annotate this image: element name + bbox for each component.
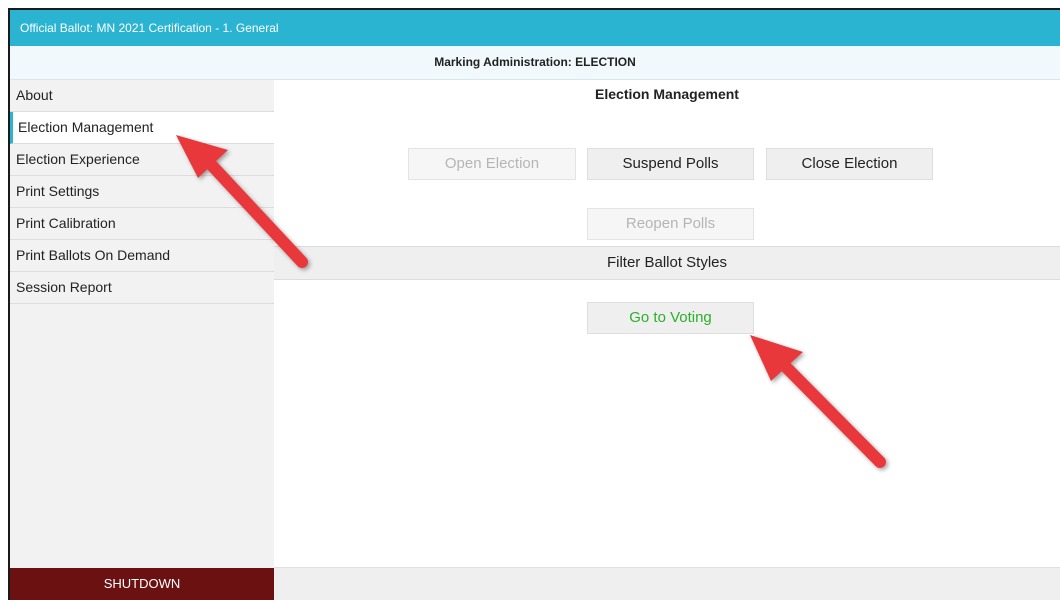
suspend-polls-button[interactable]: Suspend Polls bbox=[587, 148, 754, 180]
page-title: Election Management bbox=[595, 86, 739, 102]
app-window: Official Ballot: MN 2021 Certification -… bbox=[8, 8, 1060, 600]
footer-bar bbox=[274, 567, 1060, 600]
close-election-button[interactable]: Close Election bbox=[766, 148, 933, 180]
sidebar-item-election-management[interactable]: Election Management bbox=[10, 112, 274, 144]
open-election-button[interactable]: Open Election bbox=[408, 148, 576, 180]
reopen-polls-button[interactable]: Reopen Polls bbox=[587, 208, 754, 240]
main-panel: Election Management Open Election Suspen… bbox=[274, 80, 1060, 568]
filter-ballot-styles-button[interactable]: Filter Ballot Styles bbox=[274, 246, 1060, 280]
go-to-voting-button[interactable]: Go to Voting bbox=[587, 302, 754, 334]
page-header: Marking Administration: ELECTION bbox=[10, 46, 1060, 80]
sidebar-item-print-ballots-on-demand[interactable]: Print Ballots On Demand bbox=[10, 240, 274, 272]
sidebar-item-about[interactable]: About bbox=[10, 80, 274, 112]
sidebar-item-print-calibration[interactable]: Print Calibration bbox=[10, 208, 274, 240]
sidebar-item-election-experience[interactable]: Election Experience bbox=[10, 144, 274, 176]
shutdown-button[interactable]: SHUTDOWN bbox=[10, 568, 274, 600]
sidebar: About Election Management Election Exper… bbox=[10, 80, 274, 568]
sidebar-item-session-report[interactable]: Session Report bbox=[10, 272, 274, 304]
window-title: Official Ballot: MN 2021 Certification -… bbox=[10, 10, 1060, 46]
sidebar-item-print-settings[interactable]: Print Settings bbox=[10, 176, 274, 208]
